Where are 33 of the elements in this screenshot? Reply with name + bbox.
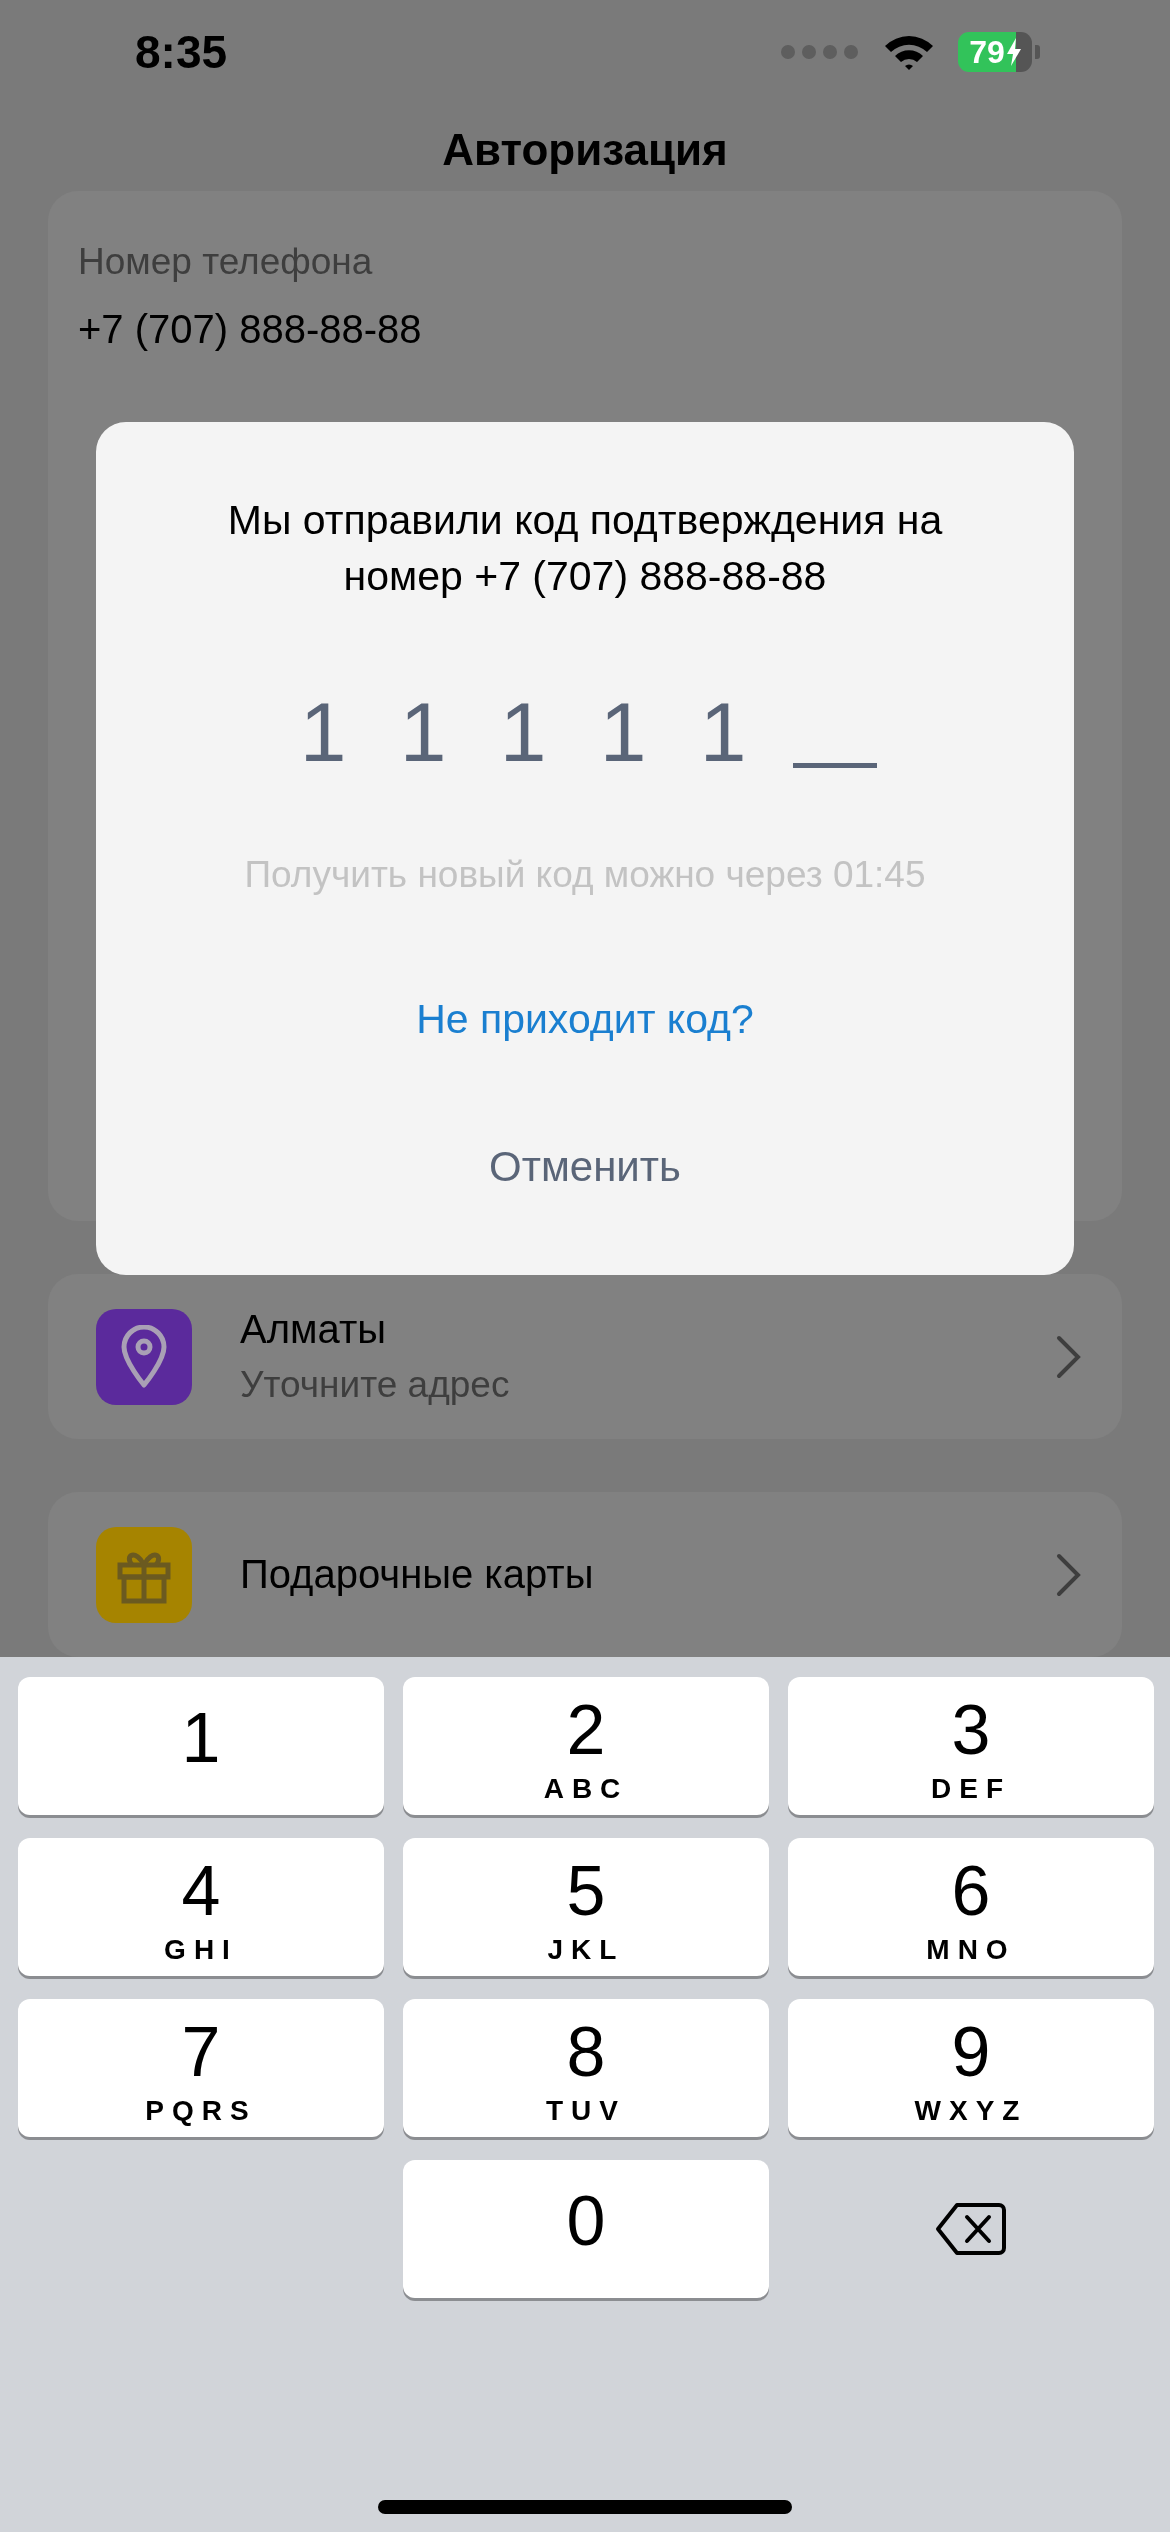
- code-digit: 1: [698, 690, 748, 774]
- keypad-key[interactable]: 5 JKL: [403, 1838, 769, 1976]
- cancel-button[interactable]: Отменить: [489, 1143, 681, 1191]
- backspace-icon: [935, 2201, 1007, 2257]
- status-time: 8:35: [135, 25, 228, 80]
- chevron-right-icon: [1056, 1334, 1082, 1379]
- phone-value: +7 (707) 888-88-88: [78, 307, 423, 352]
- menu-item[interactable]: Алматы Уточните адрес: [48, 1274, 1122, 1439]
- help-link[interactable]: Не приходит код?: [416, 996, 754, 1043]
- code-digit: 1: [498, 690, 548, 774]
- keypad-key[interactable]: 8 TUV: [403, 1999, 769, 2137]
- keypad-key[interactable]: 4 GHI: [18, 1838, 384, 1976]
- battery-tip-icon: [1035, 45, 1040, 60]
- keypad-key[interactable]: 9 WXYZ: [788, 1999, 1154, 2137]
- chevron-right-icon: [1056, 1552, 1082, 1597]
- keypad-key[interactable]: 1: [18, 1677, 384, 1815]
- dialog-message: Мы отправили код подтверждения на номер +7 (707) 888-88-88: [226, 496, 944, 601]
- code-digit: 1: [398, 690, 448, 774]
- keypad-key[interactable]: 3 DEF: [788, 1677, 1154, 1815]
- signal-icon: [780, 44, 860, 61]
- keypad-key[interactable]: 6 MNO: [788, 1838, 1154, 1976]
- item-title: Подарочные карты: [240, 1552, 595, 1597]
- screen-title: Авторизация: [441, 124, 729, 177]
- item-subtitle: Уточните адрес: [240, 1364, 511, 1406]
- field-label: Номер телефона: [78, 241, 374, 283]
- keypad-key[interactable]: 2 ABC: [403, 1677, 769, 1815]
- keypad-key[interactable]: 0: [403, 2160, 769, 2298]
- code-digit: 1: [598, 690, 648, 774]
- keypad-key[interactable]: 7 PQRS: [18, 1999, 384, 2137]
- item-title: Алматы: [240, 1307, 387, 1352]
- menu-item[interactable]: Подарочные карты: [48, 1492, 1122, 1657]
- code-digit: 1: [298, 690, 348, 774]
- location-pin-icon: [119, 1324, 169, 1389]
